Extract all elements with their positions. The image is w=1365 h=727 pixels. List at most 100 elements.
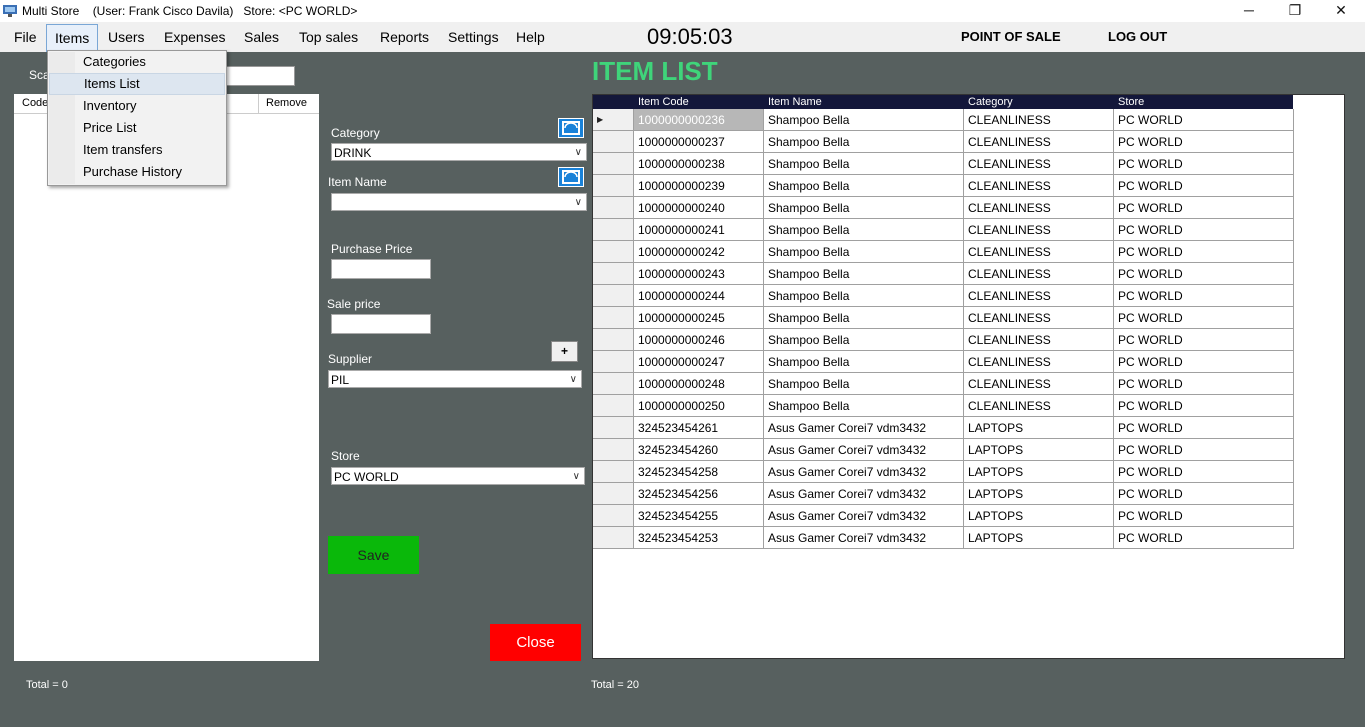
cell-store[interactable]: PC WORLD [1114,263,1294,285]
menu-item-items-list[interactable]: Items List [49,73,225,95]
cell-item-code[interactable]: 1000000000244 [634,285,764,307]
cell-category[interactable]: CLEANLINESS [964,285,1114,307]
cell-item-name[interactable]: Shampoo Bella [764,175,964,197]
cell-item-name[interactable]: Shampoo Bella [764,131,964,153]
cell-item-code[interactable]: 1000000000240 [634,197,764,219]
save-button[interactable]: Save [328,536,419,574]
cell-item-code[interactable]: 1000000000239 [634,175,764,197]
cell-category[interactable]: CLEANLINESS [964,373,1114,395]
table-row[interactable]: 324523454253 Asus Gamer Corei7 vdm3432 LAP… [593,527,1294,549]
row-header[interactable] [593,285,634,307]
refresh-category-button[interactable] [558,118,584,138]
row-header[interactable] [593,197,634,219]
cell-store[interactable]: PC WORLD [1114,527,1294,549]
cell-store[interactable]: PC WORLD [1114,351,1294,373]
table-row[interactable]: 1000000000240 Shampoo Bella CLEANLINESS PC … [593,197,1294,219]
cell-item-name[interactable]: Shampoo Bella [764,329,964,351]
cell-store[interactable]: PC WORLD [1114,417,1294,439]
table-row[interactable]: 1000000000239 Shampoo Bella CLEANLINESS PC … [593,175,1294,197]
table-row[interactable]: 1000000000243 Shampoo Bella CLEANLINESS PC … [593,263,1294,285]
row-header[interactable] [593,505,634,527]
cell-item-code[interactable]: 324523454253 [634,527,764,549]
row-header[interactable] [593,241,634,263]
cell-store[interactable]: PC WORLD [1114,285,1294,307]
column-header-item-name[interactable]: Item Name [768,95,822,109]
cell-store[interactable]: PC WORLD [1114,439,1294,461]
row-header[interactable] [593,153,634,175]
cell-store[interactable]: PC WORLD [1114,373,1294,395]
row-header[interactable] [593,417,634,439]
table-row[interactable]: 324523454255 Asus Gamer Corei7 vdm3432 LAP… [593,505,1294,527]
row-header[interactable] [593,395,634,417]
row-header[interactable] [593,131,634,153]
cell-store[interactable]: PC WORLD [1114,219,1294,241]
row-header[interactable]: ▶ [593,109,634,131]
cell-category[interactable]: LAPTOPS [964,461,1114,483]
menu-reports[interactable]: Reports [372,22,437,52]
cell-item-name[interactable]: Shampoo Bella [764,285,964,307]
cell-category[interactable]: LAPTOPS [964,483,1114,505]
table-row[interactable]: 324523454261 Asus Gamer Corei7 vdm3432 LAP… [593,417,1294,439]
cell-item-code[interactable]: 1000000000236 [634,109,764,131]
cell-item-name[interactable]: Shampoo Bella [764,197,964,219]
supplier-select[interactable]: PIL ∨ [328,370,582,388]
cell-category[interactable]: CLEANLINESS [964,351,1114,373]
table-row[interactable]: 324523454260 Asus Gamer Corei7 vdm3432 LAP… [593,439,1294,461]
minimize-button[interactable]: ─ [1226,0,1272,22]
cell-item-code[interactable]: 1000000000248 [634,373,764,395]
purchase-price-input[interactable] [331,259,431,279]
item-name-select[interactable]: ∨ [331,193,587,211]
column-header-item-code[interactable]: Item Code [638,95,689,109]
row-header[interactable] [593,439,634,461]
category-select[interactable]: DRINK ∨ [331,143,587,161]
cell-category[interactable]: CLEANLINESS [964,395,1114,417]
cell-category[interactable]: CLEANLINESS [964,131,1114,153]
table-row[interactable]: 1000000000245 Shampoo Bella CLEANLINESS PC … [593,307,1294,329]
table-row[interactable]: 1000000000242 Shampoo Bella CLEANLINESS PC … [593,241,1294,263]
cell-item-code[interactable]: 324523454256 [634,483,764,505]
cell-item-name[interactable]: Asus Gamer Corei7 vdm3432 [764,417,964,439]
menu-sales[interactable]: Sales [236,22,287,52]
row-header[interactable] [593,373,634,395]
cell-item-name[interactable]: Asus Gamer Corei7 vdm3432 [764,461,964,483]
table-row[interactable]: 1000000000241 Shampoo Bella CLEANLINESS PC … [593,219,1294,241]
cell-item-code[interactable]: 1000000000243 [634,263,764,285]
store-select[interactable]: PC WORLD ∨ [331,467,585,485]
window-close-button[interactable]: ✕ [1318,0,1364,22]
row-header[interactable] [593,351,634,373]
cell-category[interactable]: CLEANLINESS [964,109,1114,131]
cell-item-name[interactable]: Shampoo Bella [764,351,964,373]
cell-item-code[interactable]: 1000000000242 [634,241,764,263]
row-header[interactable] [593,483,634,505]
menu-users[interactable]: Users [100,22,153,52]
menu-items[interactable]: Items [46,24,99,52]
cell-category[interactable]: CLEANLINESS [964,329,1114,351]
menu-settings[interactable]: Settings [440,22,507,52]
column-header-store[interactable]: Store [1118,95,1144,109]
table-row[interactable]: 1000000000247 Shampoo Bella CLEANLINESS PC … [593,351,1294,373]
cart-remove-header[interactable]: Remove [266,94,307,113]
table-row[interactable]: ▶ 1000000000236 Shampoo Bella CLEANLINESS PC… [593,109,1294,131]
menu-item-price-list[interactable]: Price List [49,117,225,139]
menu-item-item-transfers[interactable]: Item transfers [49,139,225,161]
menu-top-sales[interactable]: Top sales [291,22,366,52]
row-header[interactable] [593,527,634,549]
row-header[interactable] [593,175,634,197]
cell-category[interactable]: CLEANLINESS [964,197,1114,219]
cell-item-code[interactable]: 1000000000241 [634,219,764,241]
cell-item-name[interactable]: Shampoo Bella [764,219,964,241]
cell-item-name[interactable]: Shampoo Bella [764,153,964,175]
cell-item-name[interactable]: Asus Gamer Corei7 vdm3432 [764,505,964,527]
cell-item-code[interactable]: 1000000000238 [634,153,764,175]
row-header[interactable] [593,263,634,285]
cell-store[interactable]: PC WORLD [1114,505,1294,527]
row-header[interactable] [593,329,634,351]
cell-item-code[interactable]: 324523454255 [634,505,764,527]
cell-category[interactable]: CLEANLINESS [964,263,1114,285]
menu-item-purchase-history[interactable]: Purchase History [49,161,225,183]
cell-item-code[interactable]: 1000000000245 [634,307,764,329]
table-row[interactable]: 1000000000250 Shampoo Bella CLEANLINESS PC … [593,395,1294,417]
table-row[interactable]: 1000000000248 Shampoo Bella CLEANLINESS PC … [593,373,1294,395]
table-row[interactable]: 324523454258 Asus Gamer Corei7 vdm3432 LAP… [593,461,1294,483]
cell-item-name[interactable]: Shampoo Bella [764,307,964,329]
